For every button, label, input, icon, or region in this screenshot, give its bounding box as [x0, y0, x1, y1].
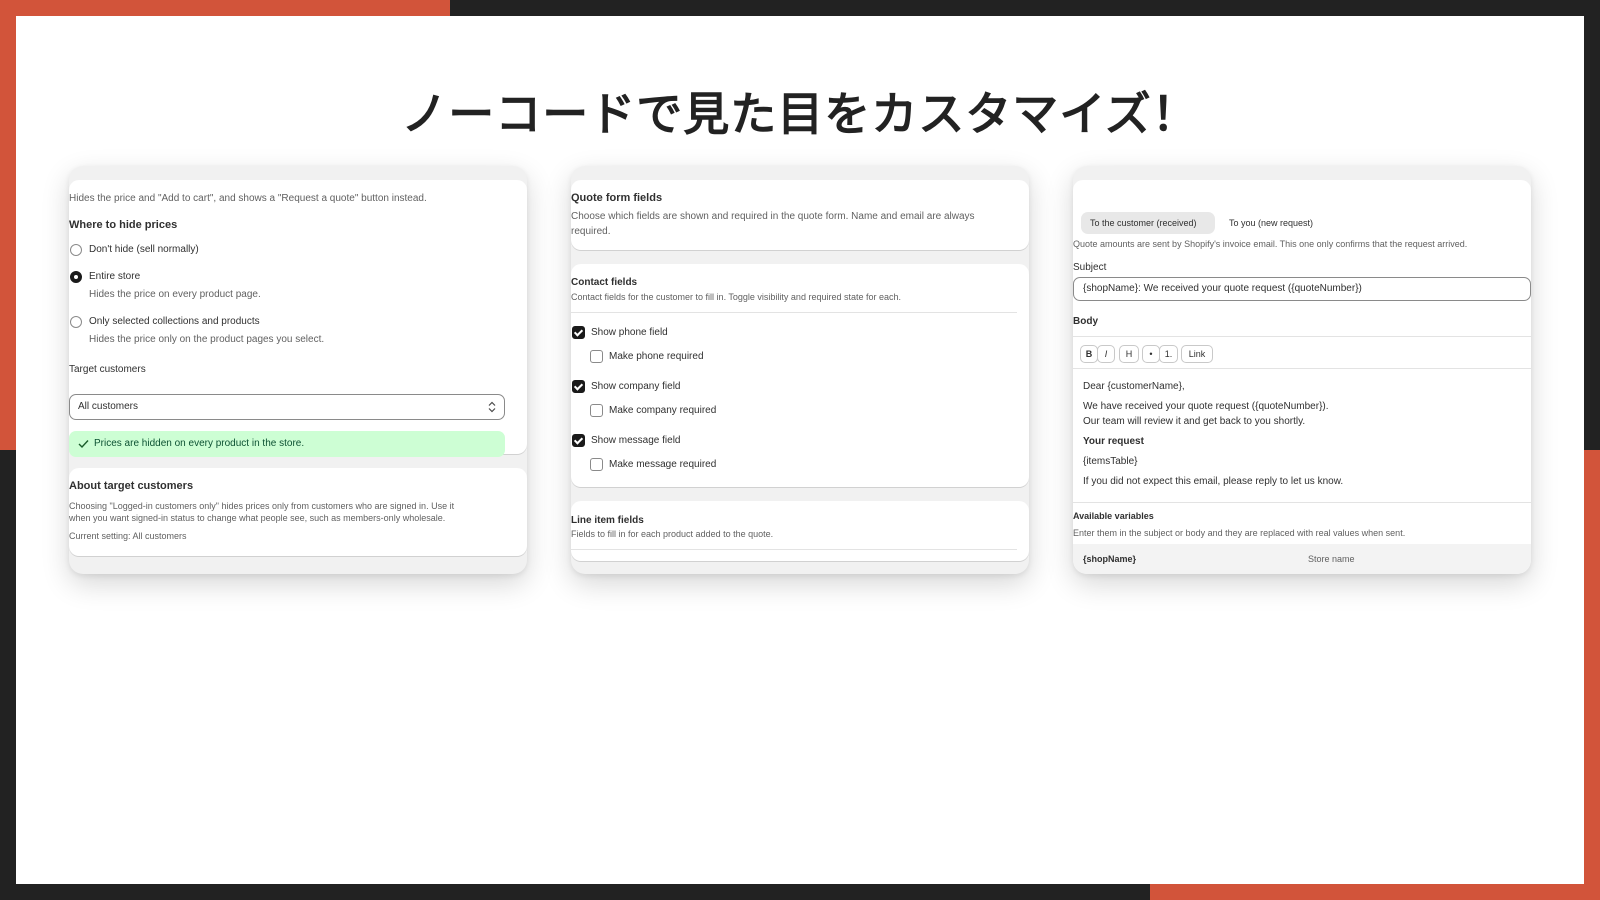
show-company-checkbox[interactable]	[572, 380, 585, 393]
radio-selected-only[interactable]	[70, 316, 82, 328]
body-label: Body	[1073, 316, 1098, 327]
hide-prices-card: Hides the price and "Add to cart", and s…	[69, 180, 527, 457]
line-item-desc: Fields to fill in for each product added…	[571, 529, 774, 539]
checkbox-label: Show company field	[591, 381, 681, 392]
show-message-checkbox[interactable]	[572, 434, 585, 447]
success-banner: Prices are hidden on every product in th…	[69, 431, 505, 457]
body-line: Our team will review it and get back to …	[1083, 416, 1306, 427]
email-template-card: To the customer (received) To you (new r…	[1073, 180, 1531, 574]
variables-desc: Enter them in the subject or body and th…	[1073, 528, 1406, 538]
radio-entire-store[interactable]	[70, 271, 82, 283]
checkbox-label: Make message required	[609, 459, 717, 470]
option-help: Hides the price only on the product page…	[89, 334, 325, 345]
variable-row: {shopName} Store name	[1073, 544, 1531, 574]
link-button[interactable]: Link	[1181, 345, 1213, 363]
accent-bar-right	[1584, 450, 1600, 900]
about-text-line2: when you want signed-in status to change…	[69, 513, 446, 523]
subject-input[interactable]: {shopName}: We received your quote reque…	[1073, 277, 1531, 301]
accent-bar-left	[0, 0, 16, 450]
quote-form-panel: Quote form fields Choose which fields ar…	[571, 166, 1029, 574]
email-template-panel: To the customer (received) To you (new r…	[1073, 166, 1531, 574]
numbered-list-button[interactable]: 1.	[1159, 345, 1178, 363]
variable-name: {shopName}	[1083, 554, 1137, 564]
tab-new-request[interactable]: To you (new request)	[1221, 212, 1331, 234]
banner-text: Prices are hidden on every product in th…	[94, 438, 305, 449]
target-customers-label: Target customers	[69, 364, 146, 375]
slide: ノーコードで見た目をカスタマイズ！ Hides the price and "A…	[16, 16, 1584, 884]
target-customers-select[interactable]: All customers	[69, 394, 505, 420]
accent-bar-top-left	[0, 0, 450, 16]
divider	[571, 312, 1017, 313]
body-closing: If you did not expect this email, please…	[1083, 476, 1344, 487]
tab-label: To the customer (received)	[1090, 218, 1197, 228]
variable-desc: Store name	[1308, 554, 1355, 564]
subject-value: {shopName}: We received your quote reque…	[1083, 283, 1362, 294]
tab-customer-received[interactable]: To the customer (received)	[1081, 212, 1215, 234]
divider	[571, 549, 1017, 550]
body-editor[interactable]: Dear {customerName}, We have received yo…	[1073, 369, 1531, 499]
quote-form-heading: Quote form fields	[571, 192, 663, 204]
checkbox-label: Make phone required	[609, 351, 704, 362]
contact-heading: Contact fields	[571, 277, 638, 288]
checkmark-icon	[78, 440, 89, 449]
quote-form-card: Quote form fields Choose which fields ar…	[571, 180, 1029, 250]
body-items-table: {itemsTable}	[1083, 456, 1138, 467]
current-setting: Current setting: All customers	[69, 531, 187, 541]
contact-fields-card: Contact fields Contact fields for the cu…	[571, 264, 1029, 487]
quote-form-desc-line2: required.	[571, 226, 611, 237]
about-text-line1: Choosing "Logged-in customers only" hide…	[69, 501, 455, 511]
body-greeting: Dear {customerName},	[1083, 381, 1185, 392]
divider	[1073, 336, 1531, 337]
heading-button[interactable]: H	[1119, 345, 1139, 363]
bullet-list-button[interactable]: •	[1142, 345, 1160, 363]
require-message-checkbox[interactable]	[590, 458, 603, 471]
contact-desc: Contact fields for the customer to fill …	[571, 292, 901, 302]
show-phone-checkbox[interactable]	[572, 326, 585, 339]
intro-text: Hides the price and "Add to cart", and s…	[69, 193, 427, 204]
quote-form-desc-line1: Choose which fields are shown and requir…	[571, 211, 975, 222]
divider	[1073, 502, 1531, 503]
radio-dont-hide[interactable]	[70, 244, 82, 256]
italic-button[interactable]: I	[1097, 345, 1115, 363]
invoice-note: Quote amounts are sent by Shopify's invo…	[1073, 239, 1468, 249]
option-label: Entire store	[89, 271, 141, 282]
line-item-fields-card: Line item fields Fields to fill in for e…	[571, 501, 1029, 561]
option-label: Only selected collections and products	[89, 316, 260, 327]
option-help: Hides the price on every product page.	[89, 289, 261, 300]
accent-bar-bottom-right	[1150, 884, 1600, 900]
bold-button[interactable]: B	[1080, 345, 1098, 363]
variables-heading: Available variables	[1073, 511, 1154, 521]
where-heading: Where to hide prices	[69, 219, 178, 231]
checkbox-label: Show message field	[591, 435, 681, 446]
slide-title: ノーコードで見た目をカスタマイズ！	[401, 87, 1199, 141]
option-label: Don't hide (sell normally)	[89, 244, 199, 255]
checkbox-label: Show phone field	[591, 327, 668, 338]
select-value: All customers	[78, 401, 139, 412]
body-request-heading: Your request	[1083, 436, 1144, 447]
tab-label: To you (new request)	[1229, 218, 1314, 228]
require-phone-checkbox[interactable]	[590, 350, 603, 363]
line-item-heading: Line item fields	[571, 515, 644, 526]
select-chevron-icon	[488, 401, 496, 413]
price-hiding-panel: Hides the price and "Add to cart", and s…	[69, 166, 527, 574]
body-line: We have received your quote request ({qu…	[1083, 401, 1329, 412]
about-heading: About target customers	[69, 480, 194, 492]
checkbox-label: Make company required	[609, 405, 717, 416]
require-company-checkbox[interactable]	[590, 404, 603, 417]
subject-label: Subject	[1073, 262, 1107, 273]
about-target-card: About target customers Choosing "Logged-…	[69, 468, 527, 556]
